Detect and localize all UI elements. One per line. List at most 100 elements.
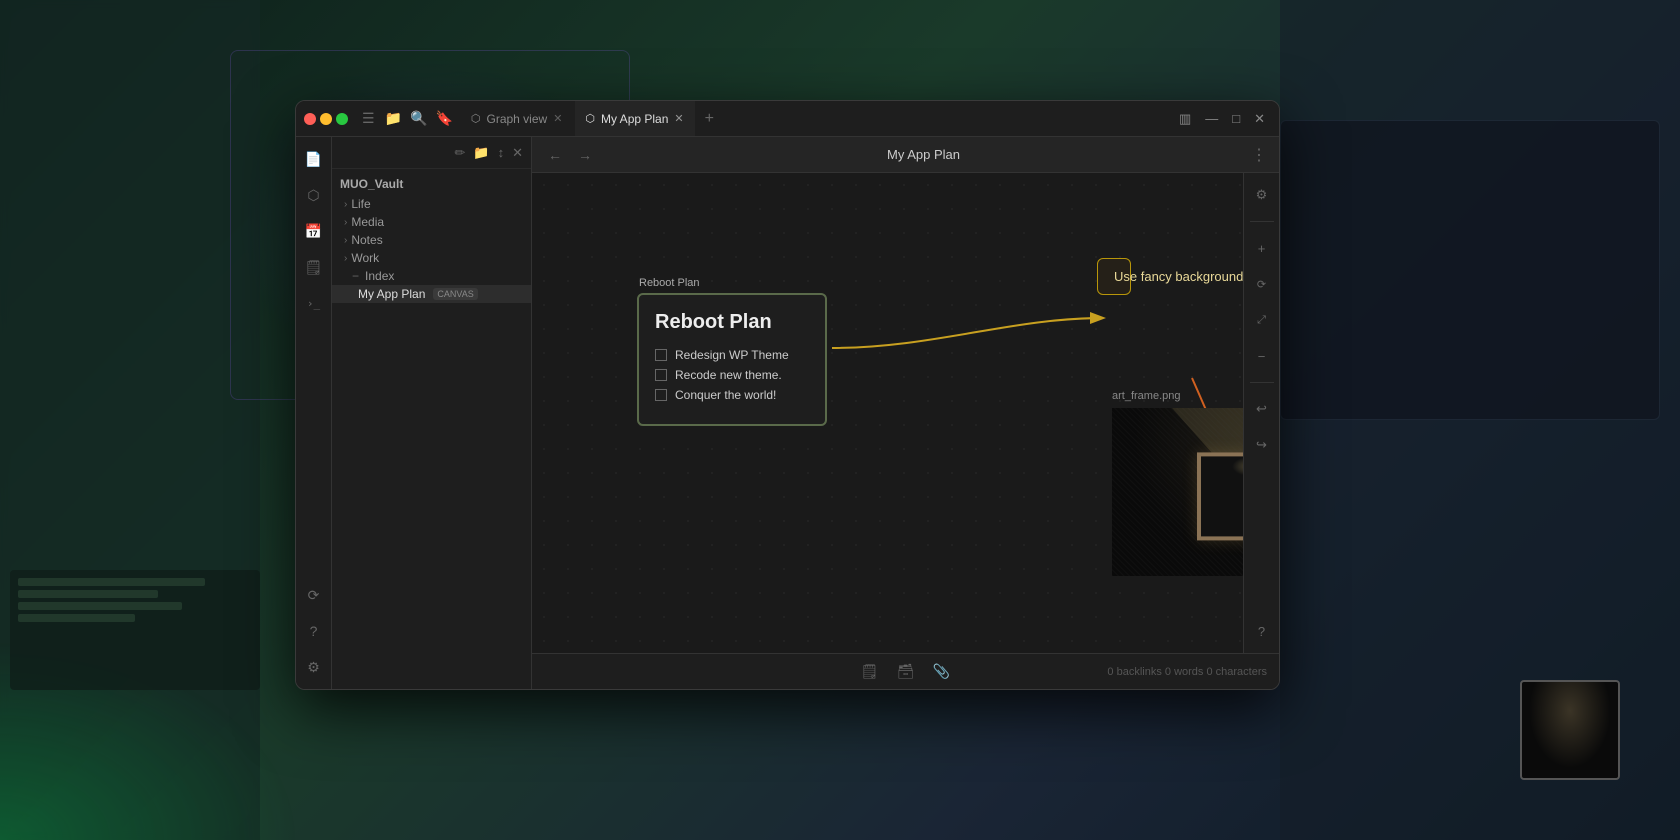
open-file-button[interactable]: 📁: [381, 110, 406, 127]
frame-light: [1232, 456, 1243, 476]
sidebar-icon-help[interactable]: ?: [300, 617, 328, 645]
title-bar: ☰ 📁 🔍 🔖 ⬡ Graph view ✕ ⬡ My App Plan ✕ +…: [296, 101, 1279, 137]
my-app-plan-tab-icon: ⬡: [585, 112, 595, 125]
reboot-plan-inner: Reboot Plan Redesign WP Theme Recode new…: [639, 295, 825, 424]
art-frame-node[interactable]: art_frame.png: [1112, 408, 1243, 576]
reset-zoom-button[interactable]: ⟳: [1248, 270, 1276, 298]
forward-button[interactable]: →: [574, 145, 596, 165]
tree-item-index[interactable]: − Index: [332, 267, 531, 285]
embed-file-button[interactable]: 📎: [928, 658, 956, 686]
reboot-plan-node[interactable]: Reboot Plan Reboot Plan Redesign WP Them…: [637, 293, 827, 426]
tab-graph-view-close[interactable]: ✕: [553, 112, 562, 125]
tab-my-app-plan[interactable]: ⬡ My App Plan ✕: [575, 101, 694, 136]
right-panel: ⚙ + ⟳ ⤢ − ↩ ↪ ?: [1243, 173, 1279, 653]
reboot-plan-title: Reboot Plan: [655, 311, 809, 334]
reboot-plan-label: Reboot Plan: [639, 277, 700, 289]
task-item-1: Redesign WP Theme: [655, 348, 809, 362]
canvas-bottom-bar: 🗒 🗃 📎 0 backlinks 0 words 0 characters: [532, 653, 1279, 689]
tab-my-app-plan-close[interactable]: ✕: [674, 112, 683, 125]
graph-view-tab-icon: ⬡: [471, 112, 481, 125]
content-more-button[interactable]: ⋮: [1251, 145, 1267, 165]
task-checkbox-2[interactable]: [655, 369, 667, 381]
bookmark-button[interactable]: 🔖: [431, 110, 456, 127]
task-checkbox-3[interactable]: [655, 389, 667, 401]
sidebar-icon-files[interactable]: 📄: [300, 145, 328, 173]
task-text-1: Redesign WP Theme: [675, 348, 789, 362]
tab-add-button[interactable]: +: [697, 110, 722, 128]
tree-item-notes[interactable]: › Notes: [332, 231, 531, 249]
tree-label-life: Life: [351, 197, 370, 211]
task-item-2: Recode new theme.: [655, 368, 809, 382]
tabs-bar: ⬡ Graph view ✕ ⬡ My App Plan ✕ +: [457, 101, 1175, 136]
search-button[interactable]: 🔍: [406, 110, 431, 127]
file-explorer-header: ✏ 📁 ↕ ✕: [332, 137, 531, 169]
task-checkbox-1[interactable]: [655, 349, 667, 361]
obsidian-window: ☰ 📁 🔍 🔖 ⬡ Graph view ✕ ⬡ My App Plan ✕ +…: [295, 100, 1280, 690]
zoom-out-button[interactable]: −: [1248, 342, 1276, 370]
sidebar-icon-sync[interactable]: ⟳: [300, 581, 328, 609]
fit-view-button[interactable]: ⤢: [1248, 306, 1276, 334]
window-maximize-restore-button[interactable]: □: [1228, 109, 1244, 128]
tab-my-app-plan-label: My App Plan: [601, 112, 668, 126]
main-area: 📄 ⬡ 📅 🗒 ›_ ⟳ ? ⚙ ✏ 📁 ↕ ✕ MUO_Vault ›: [296, 137, 1279, 689]
new-folder-button[interactable]: 📁: [471, 143, 491, 163]
tree-item-life[interactable]: › Life: [332, 195, 531, 213]
sidebar-icon-calendar[interactable]: 📅: [300, 217, 328, 245]
layout-toggle-button[interactable]: ▥: [1175, 109, 1195, 129]
tree-label-my-app-plan: My App Plan: [358, 287, 425, 301]
bg-small-panel: [10, 570, 260, 690]
tree-label-notes: Notes: [351, 233, 382, 247]
help-button[interactable]: ?: [1248, 617, 1276, 645]
task-item-3: Conquer the world!: [655, 388, 809, 402]
art-frame-inner: [1112, 408, 1243, 576]
window-controls: [296, 113, 356, 125]
tree-item-media[interactable]: › Media: [332, 213, 531, 231]
zoom-in-button[interactable]: +: [1248, 234, 1276, 262]
sidebar-toggle-button[interactable]: ☰: [356, 110, 381, 127]
chevron-icon-work: ›: [344, 253, 347, 264]
content-area: ← → My App Plan ⋮: [532, 137, 1279, 689]
task-text-3: Conquer the world!: [675, 388, 776, 402]
tab-graph-view-label: Graph view: [486, 112, 547, 126]
window-close-title-button[interactable]: ✕: [1250, 109, 1269, 129]
sidebar-icon-graph[interactable]: ⬡: [300, 181, 328, 209]
properties-button[interactable]: ⚙: [1248, 181, 1276, 209]
window-minimize-button[interactable]: —: [1201, 109, 1222, 128]
back-button[interactable]: ←: [544, 145, 566, 165]
divider: [1250, 221, 1274, 222]
content-toolbar: ← → My App Plan ⋮: [532, 137, 1279, 173]
title-bar-right: ▥ — □ ✕: [1175, 109, 1279, 129]
tree-item-my-app-plan[interactable]: My App Plan CANVAS: [332, 285, 531, 303]
bg-right-panel-window: [1280, 120, 1660, 420]
tree-item-work[interactable]: › Work: [332, 249, 531, 267]
chevron-icon-notes: ›: [344, 235, 347, 246]
new-media-card-button[interactable]: 🗃: [892, 658, 920, 686]
sidebar-icon-terminal[interactable]: ›_: [300, 289, 328, 317]
sidebar-icon-settings[interactable]: ⚙: [300, 653, 328, 681]
tree-label-media: Media: [351, 215, 384, 229]
art-thumbnail-bg: [1520, 680, 1620, 780]
left-sidebar: 📄 ⬡ 📅 🗒 ›_ ⟳ ? ⚙: [296, 137, 332, 689]
sidebar-icon-pages[interactable]: 🗒: [300, 253, 328, 281]
new-note-button[interactable]: ✏: [453, 143, 468, 163]
new-note-card-button[interactable]: 🗒: [856, 658, 884, 686]
undo-button[interactable]: ↩: [1248, 395, 1276, 423]
maximize-button[interactable]: [336, 113, 348, 125]
minimize-button[interactable]: [320, 113, 332, 125]
canvas-badge: CANVAS: [433, 288, 477, 300]
fancy-bg-node[interactable]: Use fancy backgrounds!: [1097, 258, 1131, 295]
collapse-button[interactable]: ✕: [510, 143, 525, 163]
file-tree: MUO_Vault › Life › Media › Notes › Work: [332, 169, 531, 689]
redo-button[interactable]: ↪: [1248, 431, 1276, 459]
chevron-icon-media: ›: [344, 217, 347, 228]
canvas-area[interactable]: Reboot Plan Reboot Plan Redesign WP Them…: [532, 173, 1243, 653]
content-title: My App Plan: [604, 147, 1243, 162]
tab-graph-view[interactable]: ⬡ Graph view ✕: [461, 101, 574, 136]
task-text-2: Recode new theme.: [675, 368, 782, 382]
close-button[interactable]: [304, 113, 316, 125]
vault-root[interactable]: MUO_Vault: [332, 173, 531, 195]
sort-button[interactable]: ↕: [496, 143, 507, 162]
tree-label-index: Index: [365, 269, 394, 283]
file-explorer: ✏ 📁 ↕ ✕ MUO_Vault › Life › Media › Notes: [332, 137, 532, 689]
sidebar-bottom: ⟳ ? ⚙: [300, 581, 328, 681]
